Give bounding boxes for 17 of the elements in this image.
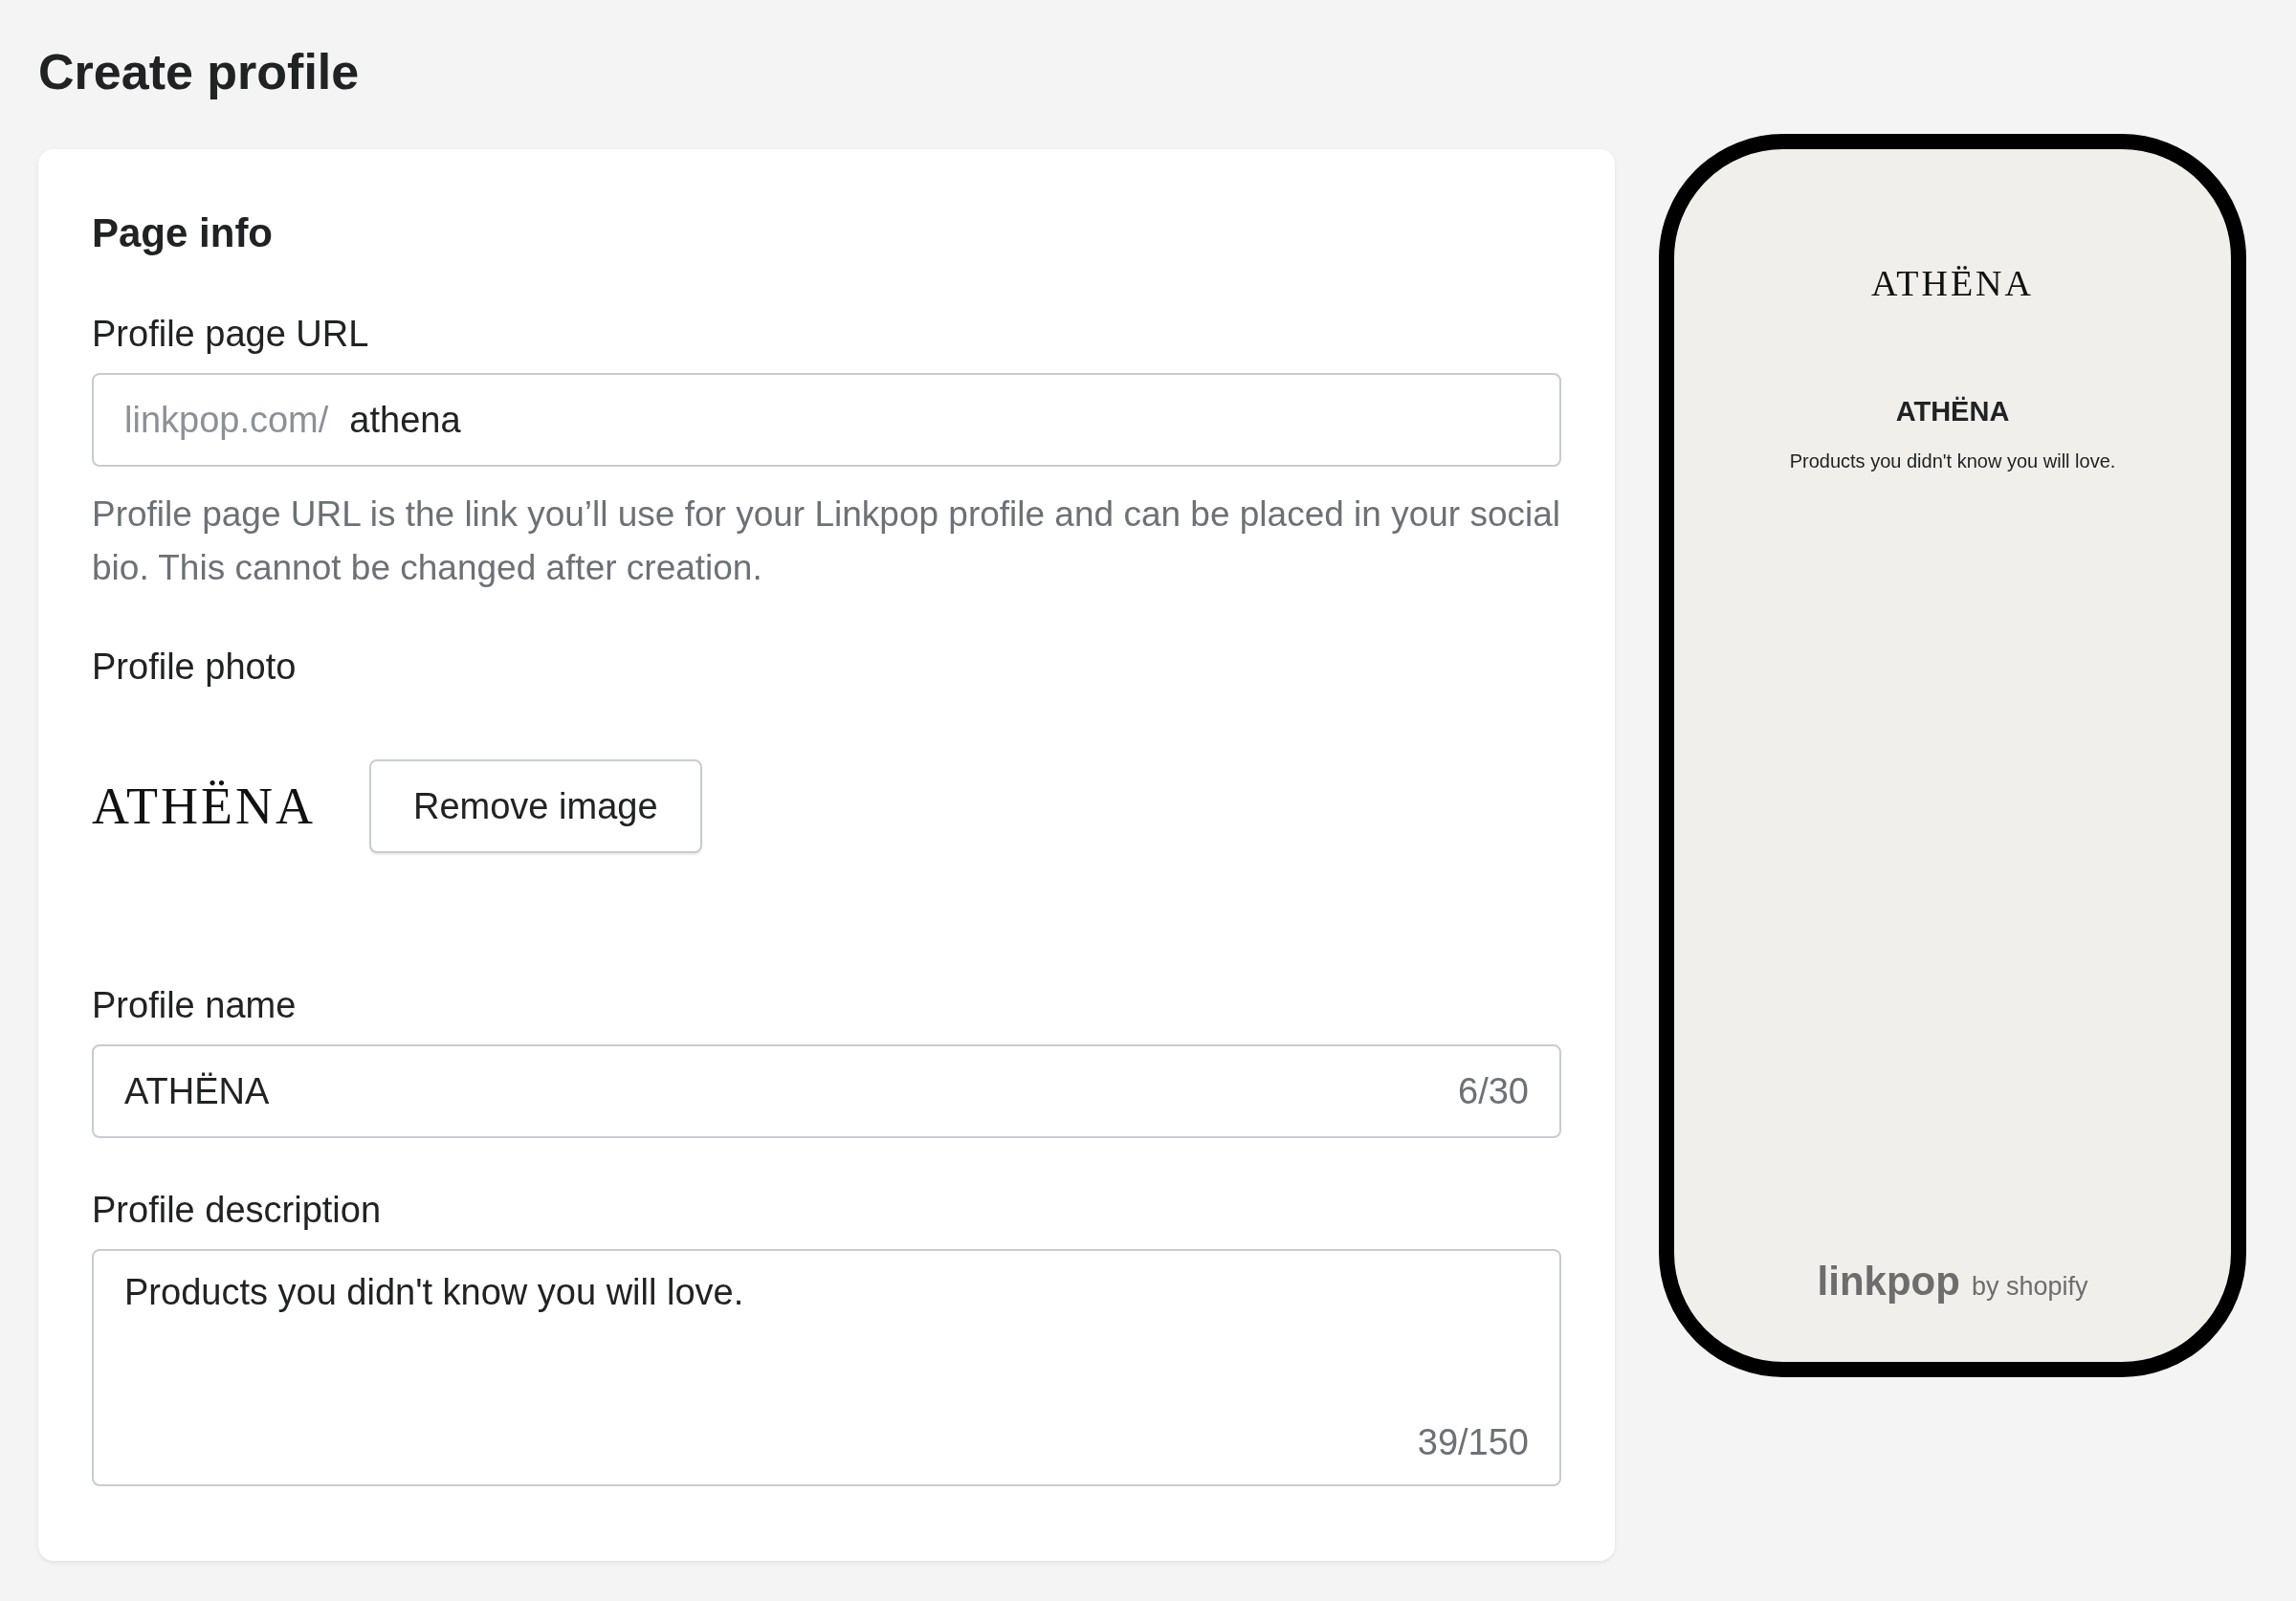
preview-profile-name: ATHËNA [1895,396,2010,428]
field-label: Profile description [92,1189,383,1232]
remove-image-button[interactable]: Remove image [369,759,702,853]
profile-logo: ATHËNA [92,777,316,836]
help-text: Profile page URL is the link you’ll use for your Linkpop profile and can be placed in your social bio. This cannot be changed after creation. [92,493,1561,589]
brand-tagline: by shopify [1971,1272,2088,1302]
page-title: Create profile [38,43,361,101]
name-input-field[interactable]: ATHËNA 6/30 [92,1044,1561,1138]
field-label: Profile photo [92,646,298,689]
section-heading: Page info [92,209,275,257]
preview-logo: ATHËNA [1871,262,2034,304]
brand-logo: linkpop [1817,1259,1960,1305]
description-text-area[interactable]: Products you didn't know you will love. 39/150 [92,1249,1561,1486]
url-input-field[interactable]: linkpop.com/ athena [92,373,1561,467]
field-label: Profile name [92,984,298,1027]
field-label: Profile page URL [92,313,370,356]
preview-description: Products you didn't know you will love. [1789,450,2116,472]
